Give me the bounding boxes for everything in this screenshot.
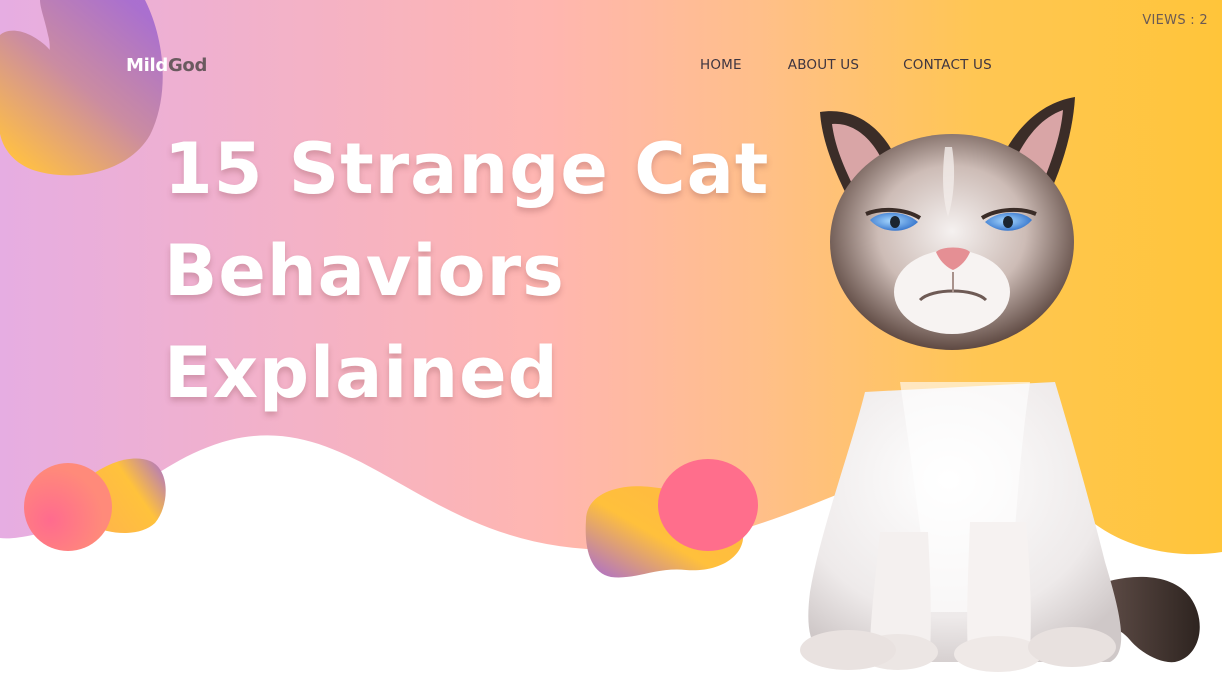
nav-link-about-us[interactable]: ABOUT US [788, 57, 859, 73]
views-counter-text: VIEWS : 2 [1142, 13, 1208, 28]
decorative-blob-bottom-center [585, 459, 758, 578]
logo-text-god: God [167, 55, 208, 76]
nav-link-contact-us[interactable]: CONTACT US [903, 57, 992, 73]
hero-title: 15 Strange Cat Behaviors Explained [164, 118, 770, 424]
grumpy-cat-image [800, 97, 1200, 672]
main-navigation: HOME ABOUT US CONTACT US [700, 57, 992, 73]
hero-title-line-3: Explained [164, 332, 559, 414]
views-counter: VIEWS : 2 [1142, 13, 1208, 28]
logo-text-mild: Mild [126, 55, 168, 76]
landing-page: VIEWS : 2 MildGod HOME ABOUT US CONTACT … [0, 0, 1222, 690]
hero-title-line-2: Behaviors [164, 230, 565, 312]
site-logo[interactable]: MildGod [126, 55, 207, 76]
nav-link-home[interactable]: HOME [700, 57, 742, 73]
decorative-blob-bottom-left [24, 458, 166, 551]
decorative-blob-top-left [0, 0, 163, 176]
hero-title-line-1: 15 Strange Cat [164, 128, 770, 210]
